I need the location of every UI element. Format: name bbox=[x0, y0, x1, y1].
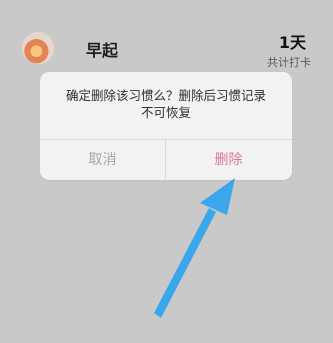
cancel-button[interactable]: 取消 bbox=[40, 140, 165, 181]
habit-count-label: 共计打卡 bbox=[267, 56, 311, 69]
dialog-message-line2: 不可恢复 bbox=[140, 105, 191, 120]
dialog-message-line1: 确定删除该习惯么？删除后习惯记录 bbox=[65, 88, 266, 103]
delete-button[interactable]: 删除 bbox=[166, 140, 291, 181]
page: 早起 1天 共计打卡 确定删除该习惯么？删除后习惯记录 不可恢复 取消 删除 bbox=[0, 0, 333, 343]
arrow-head bbox=[200, 178, 235, 215]
habit-name: 早起 bbox=[86, 41, 119, 60]
arrow-shaft bbox=[154, 208, 216, 318]
habit-count: 1天 bbox=[278, 33, 306, 52]
dialog-message: 确定删除该习惯么？删除后习惯记录 不可恢复 bbox=[48, 87, 284, 121]
habit-avatar bbox=[22, 32, 54, 64]
delete-confirm-dialog: 确定删除该习惯么？删除后习惯记录 不可恢复 取消 删除 bbox=[40, 72, 292, 181]
dialog-actions: 取消 删除 bbox=[40, 139, 292, 181]
habit-list-item[interactable]: 早起 1天 共计打卡 bbox=[0, 18, 333, 74]
